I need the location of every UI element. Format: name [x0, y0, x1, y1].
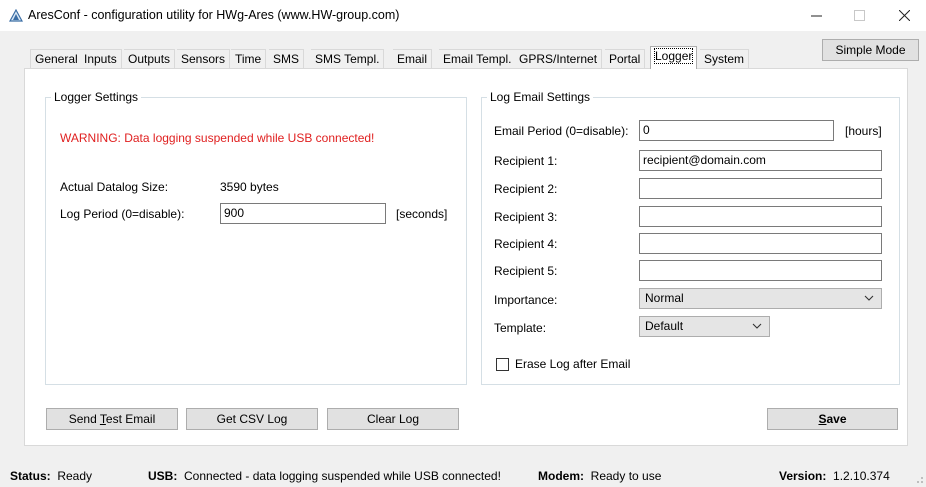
- tab-label: Inputs: [84, 52, 117, 66]
- get-csv-log-label: Get CSV Log: [216, 412, 288, 426]
- log-period-label: Log Period (0=disable):: [60, 207, 185, 221]
- log-email-settings-title: Log Email Settings: [487, 90, 594, 104]
- datalog-size-label: Actual Datalog Size:: [60, 180, 169, 194]
- tab-label: System: [704, 52, 745, 66]
- tab-sms[interactable]: SMS: [269, 49, 305, 68]
- recipient-5-input[interactable]: [639, 260, 882, 281]
- importance-label: Importance:: [494, 293, 558, 307]
- close-button[interactable]: [884, 0, 924, 31]
- window-title: AresConf - configuration utility for HWg…: [28, 8, 400, 22]
- tab-label: GPRS/Internet: [519, 52, 598, 66]
- send-test-email-button[interactable]: Send Test Email: [46, 408, 178, 430]
- resize-grip-icon[interactable]: [914, 474, 924, 484]
- send-test-email-label: Send Test Email: [68, 412, 156, 426]
- tab-gprs-internet[interactable]: GPRS/Internet: [515, 49, 603, 68]
- template-value: Default: [645, 319, 684, 333]
- tab-label: Outputs: [128, 52, 171, 66]
- simple-mode-label: Simple Mode: [835, 43, 906, 57]
- logger-settings-title: Logger Settings: [51, 90, 142, 104]
- chevron-down-icon: [752, 323, 762, 329]
- recipient-4-label: Recipient 4:: [494, 237, 558, 251]
- erase-log-label: Erase Log after Email: [515, 357, 631, 371]
- modem-status-field: Modem: Ready to use: [538, 469, 662, 483]
- importance-select[interactable]: Normal: [639, 288, 882, 309]
- tab-label: Logger: [653, 48, 694, 64]
- chevron-down-icon: [864, 295, 874, 301]
- email-period-input[interactable]: 0: [639, 120, 834, 141]
- log-period-input[interactable]: 900: [220, 203, 386, 224]
- maximize-button[interactable]: [839, 0, 879, 31]
- recipient-1-label: Recipient 1:: [494, 154, 558, 168]
- tab-label: Email Templ.: [443, 52, 512, 66]
- tab-sensors[interactable]: Sensors: [177, 49, 231, 68]
- save-label: Save: [818, 412, 847, 426]
- recipient-5-label: Recipient 5:: [494, 264, 558, 278]
- template-select[interactable]: Default: [639, 316, 770, 337]
- tab-sms-templ[interactable]: SMS Templ.: [311, 49, 385, 68]
- tab-outputs[interactable]: Outputs: [124, 49, 176, 68]
- tab-label: SMS: [273, 52, 300, 66]
- usb-warning-text: WARNING: Data logging suspended while US…: [60, 131, 375, 145]
- tab-email[interactable]: Email: [393, 49, 433, 68]
- tab-label: General: [35, 52, 78, 66]
- simple-mode-button[interactable]: Simple Mode: [822, 39, 919, 61]
- clear-log-button[interactable]: Clear Log: [327, 408, 459, 430]
- recipient-2-input[interactable]: [639, 178, 882, 199]
- clear-log-label: Clear Log: [366, 412, 420, 426]
- close-icon: [898, 10, 910, 21]
- importance-value: Normal: [645, 291, 684, 305]
- recipient-4-input[interactable]: [639, 233, 882, 254]
- tab-portal[interactable]: Portal: [605, 49, 646, 68]
- template-label: Template:: [494, 321, 547, 335]
- tab-label: Email: [397, 52, 428, 66]
- email-period-unit: [hours]: [845, 124, 882, 138]
- get-csv-log-button[interactable]: Get CSV Log: [186, 408, 318, 430]
- recipient-3-input[interactable]: [639, 206, 882, 227]
- recipient-2-label: Recipient 2:: [494, 182, 558, 196]
- tab-time[interactable]: Time: [231, 49, 267, 68]
- tab-label: Sensors: [181, 52, 226, 66]
- app-logo-icon: [9, 9, 23, 22]
- recipient-3-label: Recipient 3:: [494, 210, 558, 224]
- email-period-label: Email Period (0=disable):: [494, 124, 629, 138]
- minimize-button[interactable]: [796, 0, 836, 31]
- recipient-1-input[interactable]: recipient@domain.com: [639, 150, 882, 171]
- tab-system[interactable]: System: [700, 49, 750, 68]
- tab-label: Time: [235, 52, 262, 66]
- datalog-size-value: 3590 bytes: [220, 180, 279, 194]
- minimize-icon: [810, 15, 822, 17]
- erase-log-checkbox[interactable]: [496, 358, 509, 371]
- tab-general[interactable]: General: [30, 49, 83, 68]
- save-button[interactable]: Save: [767, 408, 898, 430]
- maximize-icon: [853, 10, 865, 21]
- tab-label: Portal: [609, 52, 641, 66]
- version-field: Version: 1.2.10.374: [779, 469, 890, 483]
- status-field: Status: Ready: [10, 469, 93, 483]
- tab-email-templ[interactable]: Email Templ.: [439, 49, 517, 68]
- title-bar: AresConf - configuration utility for HWg…: [0, 0, 926, 31]
- tab-inputs[interactable]: Inputs: [80, 49, 122, 68]
- log-period-unit: [seconds]: [396, 207, 448, 221]
- tab-label: SMS Templ.: [315, 52, 380, 66]
- usb-status-field: USB: Connected - data logging suspended …: [148, 469, 501, 483]
- tab-logger[interactable]: Logger: [650, 46, 698, 69]
